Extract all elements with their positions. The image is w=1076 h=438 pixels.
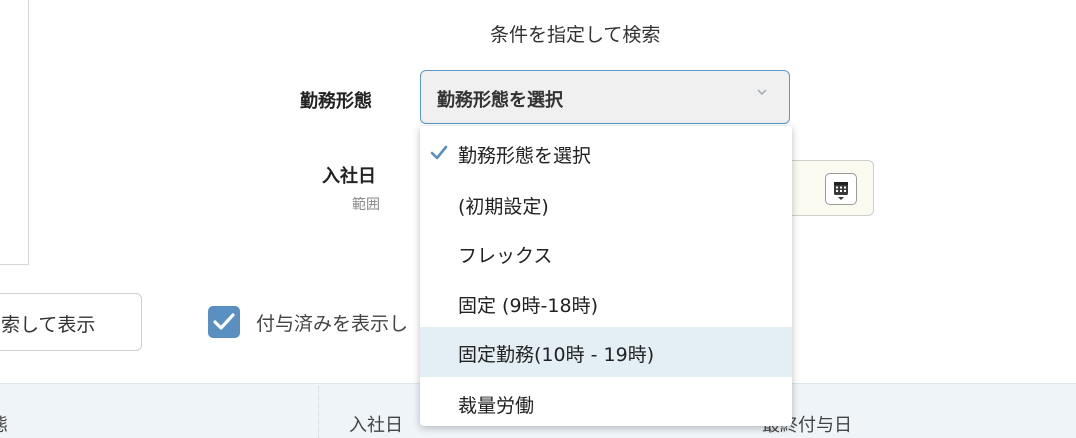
- left-panel: [0, 0, 29, 265]
- work-type-select-value: 勤務形態を選択: [437, 90, 563, 111]
- show-granted-label: 付与済みを表示し: [256, 313, 409, 335]
- dropdown-option[interactable]: (初期設定): [420, 179, 792, 229]
- work-type-select[interactable]: 勤務形態を選択: [420, 70, 790, 124]
- dropdown-option-label: 裁量労働: [458, 395, 535, 417]
- column-divider: [318, 386, 320, 438]
- dropdown-option[interactable]: 固定 (9時-18時): [420, 278, 792, 328]
- dropdown-option-label: フレックス: [458, 245, 553, 267]
- dropdown-option[interactable]: 裁量労働: [420, 378, 792, 428]
- search-button-label: 索して表示: [1, 314, 96, 336]
- page: 条件を指定して検索 勤務形態 勤務形態を選択 入社日 範囲 索して表示 付与済み…: [0, 0, 1076, 438]
- dropdown-option[interactable]: フレックス: [420, 228, 792, 278]
- table-header-cell[interactable]: 態: [0, 411, 8, 437]
- chevron-down-icon: [757, 89, 767, 95]
- work-type-label: 勤務形態: [300, 91, 372, 112]
- check-icon: [430, 145, 448, 160]
- dropdown-option-label: 固定勤務(10時 - 19時): [458, 344, 655, 366]
- hire-date-range-label: 範囲: [352, 197, 380, 213]
- calendar-icon: [834, 182, 848, 200]
- dropdown-option-label: (初期設定): [458, 196, 549, 218]
- dropdown-option[interactable]: 勤務形態を選択: [420, 128, 792, 178]
- dropdown-option-label: 勤務形態を選択: [458, 145, 592, 167]
- hire-date-label: 入社日: [322, 166, 376, 187]
- show-granted-checkbox[interactable]: [208, 306, 240, 338]
- dropdown-option-label: 固定 (9時-18時): [458, 295, 598, 317]
- calendar-button[interactable]: [825, 173, 857, 205]
- section-title: 条件を指定して検索: [490, 24, 661, 46]
- check-icon: [213, 313, 235, 330]
- table-header-cell[interactable]: 入社日: [349, 411, 403, 437]
- work-type-dropdown-menu: 勤務形態を選択 (初期設定) フレックス 固定 (9時-18時) 固定勤務(10…: [420, 126, 792, 426]
- search-and-show-button[interactable]: 索して表示: [0, 293, 142, 351]
- dropdown-option[interactable]: 固定勤務(10時 - 19時): [420, 327, 792, 377]
